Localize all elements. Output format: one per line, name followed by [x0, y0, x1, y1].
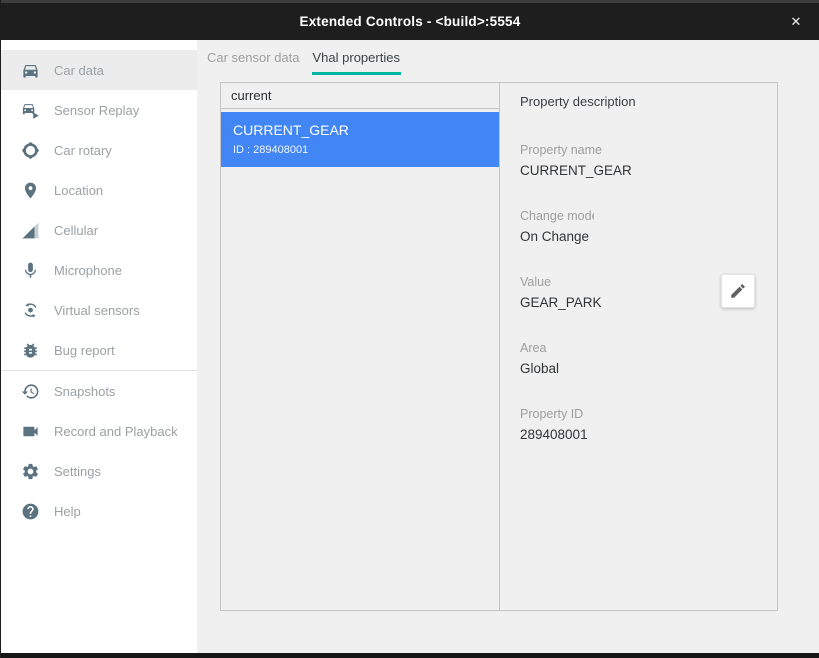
sidebar-item-label: Sensor Replay: [54, 103, 139, 118]
extended-controls-window: Extended Controls - <build>:5554 ✕ Car d…: [0, 0, 819, 658]
field-label: Area: [520, 341, 757, 355]
window-bottom-edge: [1, 653, 819, 658]
sidebar: Car data Sensor Replay Car rotary Locati…: [1, 40, 197, 653]
field-property-name: Property name CURRENT_GEAR: [520, 143, 757, 178]
sidebar-item-settings[interactable]: Settings: [1, 451, 197, 491]
sidebar-item-record-playback[interactable]: Record and Playback: [1, 411, 197, 451]
field-label: Change mode: [520, 209, 594, 223]
field-area: Area Global: [520, 341, 757, 376]
sidebar-item-label: Microphone: [54, 263, 122, 278]
details-header: Property description: [520, 94, 757, 109]
field-label: Property name: [520, 143, 757, 157]
sidebar-item-label: Snapshots: [54, 384, 115, 399]
history-icon: [21, 382, 40, 401]
sidebar-item-sensor-replay[interactable]: Sensor Replay: [1, 90, 197, 130]
field-label: Value: [520, 275, 602, 289]
tab-bar: Car sensor data Vhal properties: [197, 40, 819, 75]
car-icon: [21, 61, 40, 80]
sidebar-item-location[interactable]: Location: [1, 170, 197, 210]
sidebar-item-virtual-sensors[interactable]: Virtual sensors: [1, 290, 197, 330]
sidebar-item-car-data[interactable]: Car data: [1, 50, 197, 90]
titlebar[interactable]: Extended Controls - <build>:5554 ✕: [1, 0, 819, 40]
sidebar-item-label: Cellular: [54, 223, 98, 238]
field-property-id: Property ID 289408001: [520, 407, 757, 442]
sidebar-item-label: Help: [54, 504, 81, 519]
field-value: CURRENT_GEAR: [520, 163, 757, 178]
tab-car-sensor-data[interactable]: Car sensor data: [206, 48, 301, 75]
property-details-panel: Property description Property name CURRE…: [500, 83, 777, 610]
field-value: On Change: [520, 229, 757, 244]
field-label: Property ID: [520, 407, 757, 421]
sidebar-item-label: Car data: [54, 63, 104, 78]
sidebar-item-label: Bug report: [54, 343, 115, 358]
edit-pencil-icon: [729, 282, 747, 300]
sidebar-item-label: Location: [54, 183, 103, 198]
gear-icon: [21, 462, 40, 481]
virtual-sensors-icon: [21, 301, 40, 320]
car-rotary-icon: [21, 141, 40, 160]
location-pin-icon: [21, 181, 40, 200]
sidebar-item-snapshots[interactable]: Snapshots: [1, 371, 197, 411]
edit-value-button[interactable]: [721, 274, 755, 308]
sensor-replay-icon: [21, 101, 40, 120]
field-value: Global: [520, 361, 757, 376]
field-value: 289408001: [520, 427, 757, 442]
field-value-group: Value GEAR_PARK: [520, 275, 757, 310]
field-change-mode: Change mode On Change: [520, 209, 757, 244]
property-list: CURRENT_GEAR ID : 289408001: [221, 109, 499, 167]
sidebar-item-label: Settings: [54, 464, 101, 479]
sidebar-item-microphone[interactable]: Microphone: [1, 250, 197, 290]
videocam-icon: [21, 422, 40, 441]
help-icon: [21, 502, 40, 521]
microphone-icon: [21, 261, 40, 280]
main-content: Car sensor data Vhal properties CURRENT_…: [197, 40, 819, 653]
sidebar-item-car-rotary[interactable]: Car rotary: [1, 130, 197, 170]
sidebar-item-bug-report[interactable]: Bug report: [1, 330, 197, 370]
tab-vhal-properties[interactable]: Vhal properties: [312, 48, 401, 75]
window-title: Extended Controls - <build>:5554: [300, 14, 521, 29]
close-icon[interactable]: ✕: [781, 3, 811, 40]
sidebar-item-label: Record and Playback: [54, 424, 178, 439]
sidebar-item-label: Virtual sensors: [54, 303, 140, 318]
property-list-item-current-gear[interactable]: CURRENT_GEAR ID : 289408001: [221, 112, 499, 167]
field-value: GEAR_PARK: [520, 295, 602, 310]
vhal-panel: CURRENT_GEAR ID : 289408001 Property des…: [220, 82, 778, 611]
sidebar-item-help[interactable]: Help: [1, 491, 197, 531]
sidebar-item-label: Car rotary: [54, 143, 112, 158]
property-item-id: ID : 289408001: [233, 144, 487, 156]
sidebar-item-cellular[interactable]: Cellular: [1, 210, 197, 250]
cellular-signal-icon: [21, 221, 40, 240]
bug-icon: [21, 341, 40, 360]
property-item-name: CURRENT_GEAR: [233, 122, 487, 138]
property-list-panel: CURRENT_GEAR ID : 289408001: [221, 83, 500, 610]
vhal-filter-input[interactable]: [221, 83, 499, 109]
